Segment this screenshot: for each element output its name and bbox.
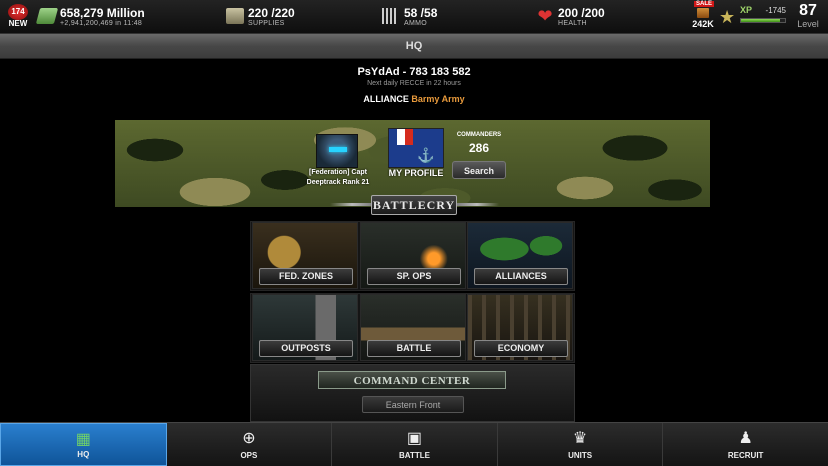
emblem-icon: ⚓: [417, 147, 435, 163]
sale-value: 242K: [692, 19, 714, 29]
supplies-stat[interactable]: 220 /220 SUPPLIES: [226, 5, 316, 31]
commanders-label: COMMANDERS: [456, 132, 502, 138]
level-indicator: 87 Level: [792, 2, 824, 29]
tank-icon: ▣: [406, 430, 423, 447]
health-value: 200 /200: [558, 6, 605, 20]
fed-zones-label: FED. ZONES: [259, 268, 353, 285]
news-button[interactable]: 174 NEW: [6, 4, 30, 30]
status-bar: 174 NEW 658,279 Million +2,941,200,469 i…: [0, 0, 828, 34]
hq-icon: ▦: [75, 431, 91, 448]
alliances-tile[interactable]: ALLIANCES: [467, 222, 573, 289]
alliances-art: [468, 223, 572, 271]
player-name: PsYdAd - 783 183 582: [357, 66, 471, 78]
level-value: 87: [799, 2, 817, 19]
economy-label: ECONOMY: [474, 340, 568, 357]
economy-tile[interactable]: ECONOMY: [467, 294, 573, 361]
nav-recruit[interactable]: ♟ RECRUIT: [663, 423, 828, 466]
alliance-line[interactable]: ALLIANCE Barmy Army: [0, 94, 828, 104]
bottom-nav: ▦ HQ ⊕ OPS ▣ BATTLE ♛ UNITS ♟ RECRUIT: [0, 422, 828, 466]
cash-income: +2,941,200,469 in 11:48: [60, 20, 143, 27]
cash-icon: [35, 8, 59, 24]
xp-meter[interactable]: XP -1745: [740, 5, 786, 29]
battlecry-wing-right: [455, 203, 499, 206]
page-title: HQ: [0, 34, 828, 59]
supplies-icon: [226, 8, 244, 24]
alliances-label: ALLIANCES: [474, 268, 568, 285]
nav-battle[interactable]: ▣ BATTLE: [332, 423, 498, 466]
avatar-caption: [Federation] Capt Deeptrack Rank 21: [306, 169, 370, 186]
nav-units-label: UNITS: [568, 451, 593, 460]
nav-hq-label: HQ: [77, 450, 90, 459]
star-icon: ★: [719, 7, 736, 27]
avatar[interactable]: [316, 134, 358, 168]
fed-zones-tile[interactable]: FED. ZONES: [252, 222, 358, 289]
cash-stat[interactable]: 658,279 Million +2,941,200,469 in 11:48: [35, 5, 188, 31]
news-count-badge: 174: [8, 4, 28, 20]
tricolor-icon: [389, 129, 413, 145]
fed-zones-art: [253, 223, 357, 271]
outposts-art: [253, 295, 357, 343]
xp-value: -1745: [765, 6, 786, 15]
health-label: HEALTH: [558, 20, 587, 27]
xp-progress-fill: [741, 19, 780, 22]
nav-units[interactable]: ♛ UNITS: [497, 423, 664, 466]
supplies-value: 220 /220: [248, 6, 295, 20]
outposts-tile[interactable]: OUTPOSTS: [252, 294, 358, 361]
sp-ops-tile[interactable]: SP. OPS: [360, 222, 466, 289]
nation-flag[interactable]: ⚓: [388, 128, 444, 168]
alliance-name[interactable]: Barmy Army: [411, 94, 464, 104]
battlecry-button[interactable]: BATTLECRY: [371, 195, 457, 215]
nav-hq[interactable]: ▦ HQ: [0, 423, 167, 466]
sale-button[interactable]: SALE 242K: [689, 1, 715, 31]
supplies-label: SUPPLIES: [248, 20, 285, 27]
recruit-icon: ♟: [738, 430, 753, 447]
xp-progress-bar: [740, 18, 786, 23]
crosshair-icon: ⊕: [242, 430, 256, 447]
sp-ops-art: [361, 223, 465, 271]
command-center-button[interactable]: COMMAND CENTER: [318, 371, 506, 389]
alliance-label: ALLIANCE: [363, 94, 409, 104]
ammo-icon: [382, 8, 396, 24]
health-heart-icon: ❤: [537, 6, 553, 26]
sp-ops-label: SP. OPS: [367, 268, 461, 285]
health-stat[interactable]: ❤ 200 /200 HEALTH: [536, 5, 616, 31]
commanders-count: 286: [468, 141, 490, 155]
battle-art: [361, 295, 465, 343]
nav-ops[interactable]: ⊕ OPS: [166, 423, 333, 466]
outposts-label: OUTPOSTS: [259, 340, 353, 357]
soldier-icon: ♛: [572, 430, 588, 447]
battle-tile[interactable]: BATTLE: [360, 294, 466, 361]
nav-battle-label: BATTLE: [399, 451, 430, 460]
ammo-stat[interactable]: 58 /58 AMMO: [382, 5, 452, 31]
news-label: NEW: [8, 19, 28, 28]
battlecry-wing-left: [330, 203, 374, 206]
ammo-label: AMMO: [404, 20, 427, 27]
cash-value: 658,279 Million: [60, 6, 145, 20]
sale-tag: SALE: [694, 1, 715, 7]
xp-label: XP: [740, 5, 753, 15]
ammo-value: 58 /58: [404, 6, 438, 20]
my-profile-link[interactable]: MY PROFILE: [380, 168, 452, 178]
recce-timer: Next daily RECCE in 22 hours: [367, 80, 461, 87]
battle-label: BATTLE: [367, 340, 461, 357]
nav-ops-label: OPS: [240, 451, 258, 460]
eastern-front-button[interactable]: Eastern Front: [362, 396, 464, 413]
search-button[interactable]: Search: [452, 161, 506, 179]
nav-recruit-label: RECRUIT: [727, 451, 764, 460]
sale-box-icon: [697, 8, 709, 18]
level-label: Level: [797, 19, 819, 29]
economy-art: [468, 295, 572, 343]
